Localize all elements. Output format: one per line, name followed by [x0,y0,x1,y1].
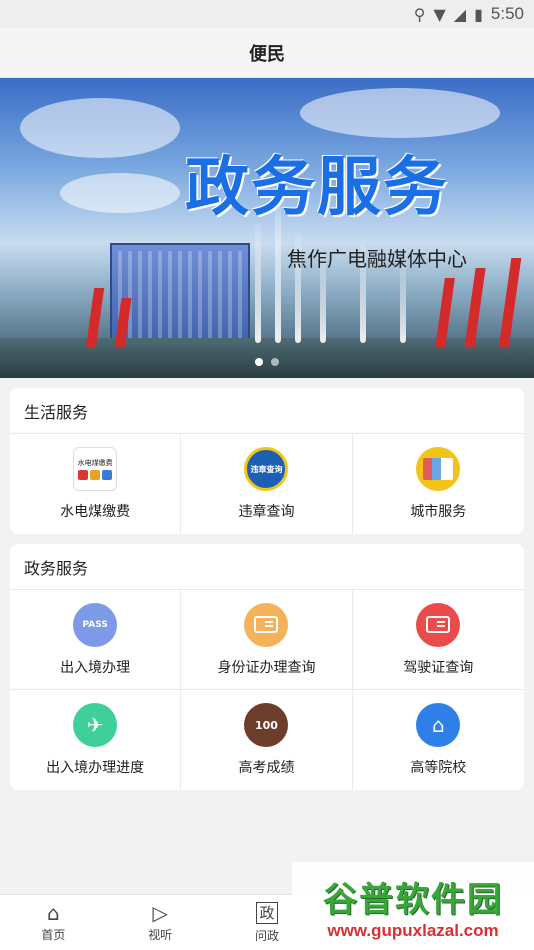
nav-video[interactable]: ▷ 视听 [107,895,214,950]
page-title: 便民 [249,43,285,65]
traffic-violation-item[interactable]: 违章查询 违章查询 [181,434,353,534]
airplane-icon: ✈ [73,703,118,747]
college-label: 高等院校 [410,760,467,776]
app-header: 便民 [0,28,534,78]
passport-icon: PASS [73,602,118,647]
exam-score-label: 高考成绩 [238,760,295,776]
nav-home[interactable]: ⌂ 首页 [0,895,107,950]
city-services-label: 城市服务 [410,504,467,520]
exit-entry-progress-item[interactable]: ✈ 出入境办理进度 [10,690,182,790]
city-services-item[interactable]: 城市服务 [353,434,524,534]
banner-headline: 政务服务 [185,151,449,225]
signal-icon: ◢ [453,4,467,24]
life-services-title: 生活服务 [10,388,524,434]
life-services-card: 生活服务 水电煤缴费 水电煤缴费 违章查询 违章查询 城市服务 [10,388,524,534]
carousel-dot-active [255,358,263,366]
watermark-text: 谷普软件园 [323,879,503,920]
exit-entry-label: 出入境办理 [60,659,131,676]
carousel-dot [271,358,279,366]
id-card-icon [244,602,289,647]
gov-services-card: 政务服务 PASS 出入境办理 身份证办理查询 驾驶证查询 ✈ 出入境办理进度 [10,544,524,790]
gov-services-title: 政务服务 [10,544,524,590]
location-icon: ⚲ [413,4,426,24]
banner-subline: 焦作广电融媒体中心 [287,247,467,271]
traffic-violation-icon: 违章查询 [244,447,289,491]
utility-bill-icon: 水电煤缴费 [73,447,118,491]
exam-score-item[interactable]: 100 高考成绩 [181,690,353,790]
exam-score-icon: 100 [244,703,289,747]
utility-payment-item[interactable]: 水电煤缴费 水电煤缴费 [10,434,182,534]
inquiry-icon: 政 [255,901,278,924]
driver-license-label: 驾驶证查询 [403,659,474,676]
home-icon: ⌂ [47,900,60,925]
watermark-url: www.gupuxlazal.com [327,920,499,940]
id-card-query-item[interactable]: 身份证办理查询 [181,590,353,690]
banner-carousel[interactable]: 政务服务 焦作广电融媒体中心 [0,78,534,378]
nav-home-label: 首页 [41,927,66,942]
college-item[interactable]: ⌂ 高等院校 [353,690,524,790]
battery-icon: ▮ [474,4,483,24]
traffic-violation-label: 违章查询 [238,504,295,520]
utility-payment-label: 水电煤缴费 [60,504,131,520]
driver-license-icon [416,602,461,647]
college-building-icon: ⌂ [416,703,461,747]
status-time: 5:50 [490,4,524,23]
watermark-logo: 谷普软件园 www.gupuxlazal.com [292,862,534,950]
id-card-query-label: 身份证办理查询 [217,659,316,676]
wifi-icon: ▼ [433,4,446,24]
exit-entry-item[interactable]: PASS 出入境办理 [10,590,182,690]
nav-inquiry-label: 问政 [254,928,279,943]
carousel-indicator [255,358,279,366]
driver-license-item[interactable]: 驾驶证查询 [352,590,524,690]
tv-icon: ▷ [152,900,168,925]
nav-video-label: 视听 [148,927,173,942]
city-services-icon [416,447,461,491]
exit-entry-progress-label: 出入境办理进度 [46,760,145,776]
status-bar: ⚲ ▼ ◢ ▮ 5:50 [0,0,534,28]
